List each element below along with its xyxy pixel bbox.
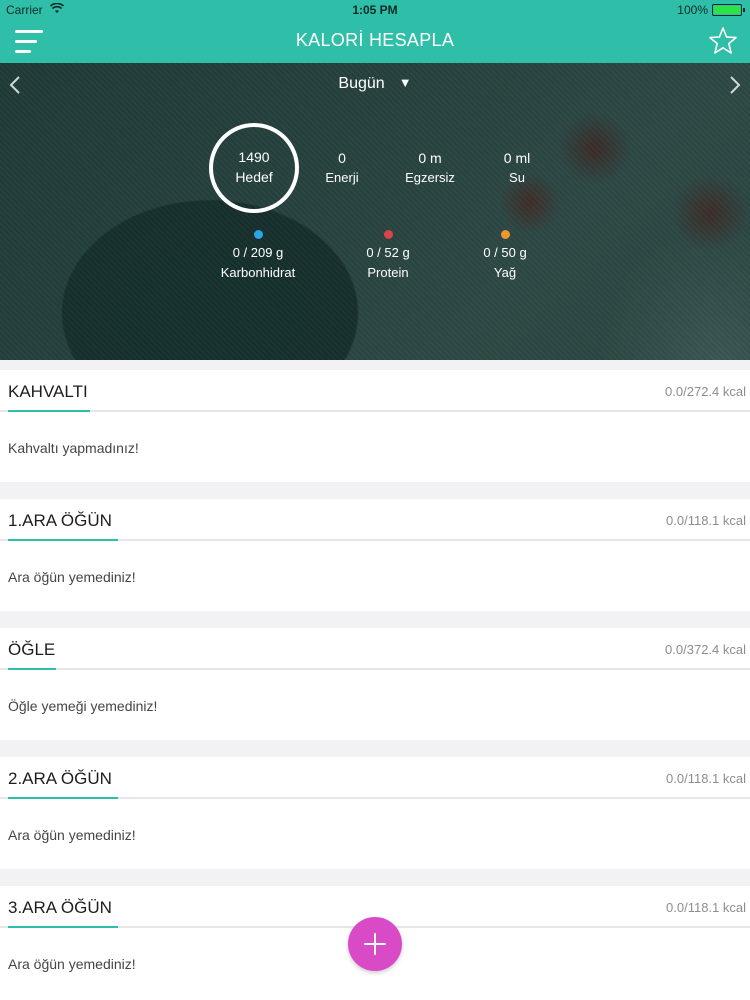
stat-label: Egzersiz <box>405 170 455 185</box>
macro-dot <box>500 230 510 239</box>
macro-label: Yağ <box>493 265 517 280</box>
stat-label: Enerji <box>325 170 359 185</box>
macro-value: 0 / 209 g <box>232 245 284 260</box>
stat-value: 0 <box>338 150 346 166</box>
nav-bar: KALORİ HESAPLA <box>0 20 750 63</box>
meal-empty-text: Ara öğün yemediniz! <box>8 569 136 585</box>
meal-kcal: 0.0/118.1 kcal <box>666 513 746 528</box>
meal-title: 1.ARA ÖĞÜN <box>8 511 112 530</box>
goal-value: 1490 <box>238 149 270 165</box>
meal-kcal: 0.0/272.4 kcal <box>665 384 746 399</box>
meal-card-snack-2[interactable]: 2.ARA ÖĞÜN 0.0/118.1 kcal Ara öğün yemed… <box>0 757 750 869</box>
stat-value: 0 ml <box>503 150 531 166</box>
battery-percent: 100% <box>677 3 708 17</box>
macro-carbs: 0 / 209 g Karbonhidrat <box>198 230 318 280</box>
page-title: KALORİ HESAPLA <box>295 30 455 50</box>
stat-water: 0 ml Su <box>467 150 567 185</box>
meal-card-snack-1[interactable]: 1.ARA ÖĞÜN 0.0/118.1 kcal Ara öğün yemed… <box>0 499 750 611</box>
meal-empty-text: Ara öğün yemediniz! <box>8 827 136 843</box>
stat-exercise: 0 m Egzersiz <box>380 150 480 185</box>
meal-empty-text: Ara öğün yemediniz! <box>8 956 136 972</box>
meal-underline <box>8 410 90 412</box>
stat-label: Su <box>509 170 525 185</box>
plus-icon <box>364 933 386 955</box>
macro-fat: 0 / 50 g Yağ <box>445 230 565 280</box>
stat-value: 0 m <box>418 150 442 166</box>
date-selector[interactable]: Bugün ▼ <box>0 75 750 93</box>
macro-protein: 0 / 52 g Protein <box>328 230 448 280</box>
meal-title: ÖĞLE <box>8 640 56 659</box>
meal-kcal: 0.0/372.4 kcal <box>665 642 746 657</box>
add-food-button[interactable] <box>348 917 402 971</box>
meal-card-breakfast[interactable]: KAHVALTI 0.0/272.4 kcal Kahvaltı yapmadı… <box>0 370 750 482</box>
meal-card-lunch[interactable]: ÖĞLE 0.0/372.4 kcal Öğle yemeği yemedini… <box>0 628 750 740</box>
meal-header: ÖĞLE 0.0/372.4 kcal <box>0 628 750 670</box>
meal-header: KAHVALTI 0.0/272.4 kcal <box>0 370 750 412</box>
macro-dot <box>253 230 263 239</box>
meal-title: 3.ARA ÖĞÜN <box>8 898 112 917</box>
meal-header: 1.ARA ÖĞÜN 0.0/118.1 kcal <box>0 499 750 541</box>
caret-down-icon: ▼ <box>398 75 412 90</box>
battery-icon <box>712 4 745 16</box>
macro-label: Protein <box>367 265 409 280</box>
meal-title: 2.ARA ÖĞÜN <box>8 769 112 788</box>
goal-label: Hedef <box>235 169 273 185</box>
meal-underline <box>8 668 56 670</box>
clock: 1:05 PM <box>352 3 398 17</box>
star-icon[interactable] <box>708 26 738 56</box>
status-bar: Carrier 1:05 PM 100% <box>0 0 750 20</box>
meal-kcal: 0.0/118.1 kcal <box>666 900 746 915</box>
date-label: Bugün <box>338 75 385 92</box>
meal-underline <box>8 539 118 541</box>
meal-underline <box>8 797 118 799</box>
meal-header: 2.ARA ÖĞÜN 0.0/118.1 kcal <box>0 757 750 799</box>
macro-label: Karbonhidrat <box>220 265 296 280</box>
meal-empty-text: Öğle yemeği yemediniz! <box>8 698 158 714</box>
meal-empty-text: Kahvaltı yapmadınız! <box>8 440 139 456</box>
meal-underline <box>8 926 118 928</box>
meal-kcal: 0.0/118.1 kcal <box>666 771 746 786</box>
meal-title: KAHVALTI <box>8 382 88 401</box>
daily-summary-panel: Bugün ▼ 1490 Hedef 0 Enerji 0 m Egzersiz … <box>0 63 750 360</box>
macro-dot <box>383 230 393 239</box>
macro-value: 0 / 52 g <box>366 245 410 260</box>
background-photo <box>0 63 750 360</box>
stat-energy: 0 Enerji <box>292 150 392 185</box>
macro-value: 0 / 50 g <box>483 245 527 260</box>
goal-ring: 1490 Hedef <box>209 123 299 213</box>
